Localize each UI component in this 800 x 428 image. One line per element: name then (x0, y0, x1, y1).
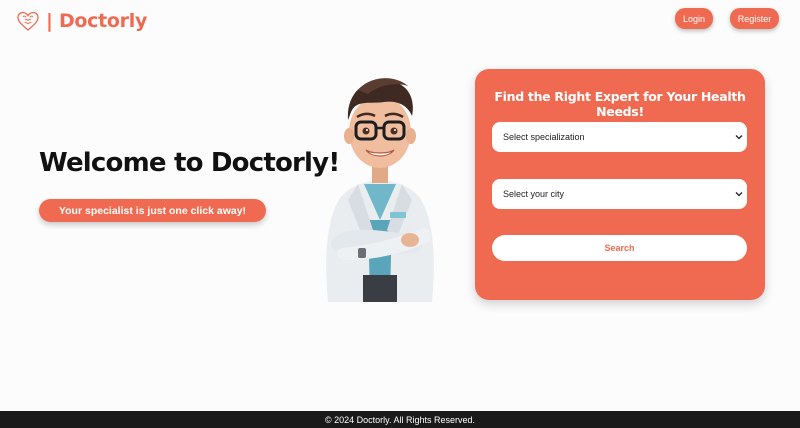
brain-heart-icon (17, 11, 39, 31)
site-footer: © 2024 Doctorly. All Rights Reserved. (0, 411, 800, 428)
register-button[interactable]: Register (730, 8, 779, 29)
tagline-badge: Your specialist is just one click away! (39, 199, 266, 222)
search-button[interactable]: Search (492, 235, 747, 261)
login-button[interactable]: Login (675, 8, 713, 29)
copyright-text: © 2024 Doctorly. All Rights Reserved. (324, 414, 476, 425)
doctor-illustration (318, 70, 442, 302)
card-title: Find the Right Expert for Your Health Ne… (494, 89, 746, 119)
search-card: Find the Right Expert for Your Health Ne… (475, 69, 765, 300)
site-header: | Doctorly Login Register (0, 0, 800, 44)
chevron-down-icon (735, 192, 743, 197)
specialization-select-value: Select specialization (503, 132, 585, 142)
logo[interactable]: | Doctorly (16, 9, 147, 33)
chevron-down-icon (735, 135, 743, 140)
brand-name: | Doctorly (46, 10, 148, 32)
city-select[interactable]: Select your city (492, 179, 747, 209)
specialization-select[interactable]: Select specialization (492, 122, 747, 152)
page-title: Welcome to Doctorly! (39, 148, 340, 178)
city-select-value: Select your city (503, 189, 565, 199)
